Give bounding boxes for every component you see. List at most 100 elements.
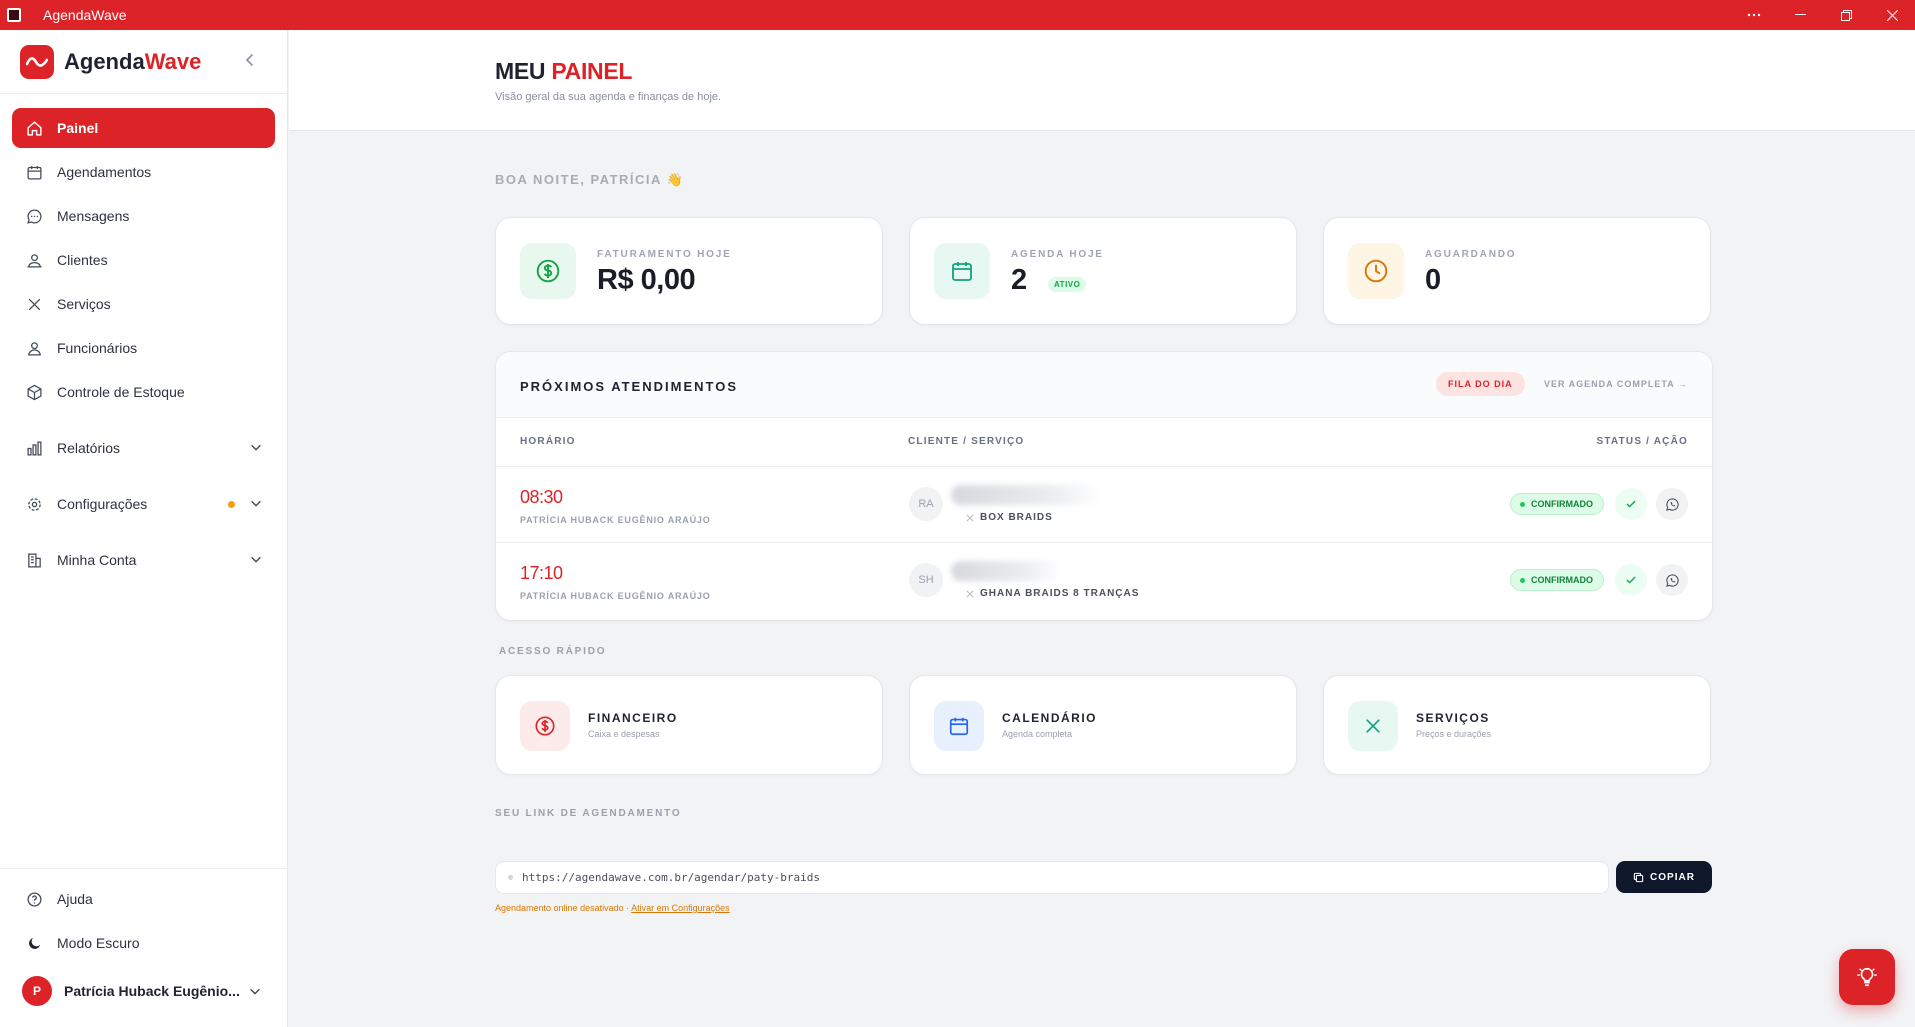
scissors-icon bbox=[966, 513, 974, 522]
page-header: MEU PAINEL Visão geral da sua agenda e f… bbox=[289, 30, 1915, 131]
sidebar-item-label: Clientes bbox=[57, 252, 108, 268]
appointment-time: 17:10 bbox=[520, 563, 563, 583]
page-subtitle: Visão geral da sua agenda e finanças de … bbox=[495, 91, 722, 103]
whatsapp-icon bbox=[1665, 573, 1679, 587]
online-booking-warning: Agendamento online desativado · Ativar e… bbox=[495, 903, 730, 913]
stat-value: 2 bbox=[1011, 264, 1027, 296]
users-icon bbox=[24, 250, 44, 270]
client-name-redacted bbox=[951, 561, 1061, 581]
upcoming-appointments-card: PRÓXIMOS ATENDIMENTOS FILA DO DIA VER AG… bbox=[495, 351, 1713, 621]
clock-icon bbox=[1348, 243, 1404, 299]
box-icon bbox=[24, 382, 44, 402]
professional-name: PATRÍCIA HUBACK EUGÊNIO ARAÚJO bbox=[520, 515, 711, 525]
stat-value: R$ 0,00 bbox=[597, 264, 696, 296]
sidebar-item-label: Controle de Estoque bbox=[57, 384, 185, 400]
copy-link-button[interactable]: COPIAR bbox=[1616, 861, 1712, 893]
help-button[interactable]: Ajuda bbox=[12, 879, 276, 919]
brand-name: AgendaWave bbox=[64, 48, 202, 74]
quick-access-title: FINANCEIRO bbox=[588, 711, 678, 725]
section-label: SEU LINK DE AGENDAMENTO bbox=[495, 808, 682, 819]
help-circle-icon bbox=[24, 889, 44, 909]
greeting: BOA NOITE, PATRÍCIA 👋 bbox=[495, 172, 685, 187]
chevron-down-icon bbox=[249, 496, 263, 510]
wave-logo-icon bbox=[20, 44, 54, 79]
window-titlebar: AgendaWave bbox=[0, 0, 1915, 30]
scissors-icon bbox=[966, 589, 974, 598]
chevron-down-icon bbox=[248, 984, 262, 998]
minimize-button[interactable] bbox=[1777, 0, 1823, 30]
booking-link-url: https://agendawave.com.br/agendar/paty-b… bbox=[522, 871, 821, 884]
scissors-icon bbox=[24, 294, 44, 314]
sidebar-nav: Painel Agendamentos Mensagens Clientes S… bbox=[0, 94, 287, 580]
confirm-button[interactable] bbox=[1615, 564, 1647, 596]
check-icon bbox=[1626, 576, 1636, 584]
status-dot bbox=[508, 875, 513, 880]
tips-button[interactable] bbox=[1839, 949, 1895, 1005]
whatsapp-button[interactable] bbox=[1656, 488, 1688, 520]
quick-access-financeiro[interactable]: FINANCEIRO Caixa e despesas bbox=[495, 675, 883, 775]
user-menu[interactable]: P Patrícia Huback Eugênio... bbox=[12, 967, 276, 1015]
copy-icon bbox=[1633, 872, 1644, 882]
sidebar-item-label: Configurações bbox=[57, 496, 148, 512]
quick-access-title: SERVIÇOS bbox=[1416, 711, 1490, 725]
lightbulb-icon bbox=[1857, 967, 1877, 987]
building-icon bbox=[24, 550, 44, 570]
stat-card-revenue: FATURAMENTO HOJE R$ 0,00 bbox=[495, 217, 883, 325]
home-icon bbox=[24, 118, 44, 138]
dark-mode-toggle[interactable]: Modo Escuro bbox=[12, 923, 276, 963]
user-name: Patrícia Huback Eugênio... bbox=[64, 983, 240, 999]
check-icon bbox=[1626, 500, 1636, 508]
gear-icon bbox=[24, 494, 44, 514]
quick-access-servicos[interactable]: SERVIÇOS Preços e durações bbox=[1323, 675, 1711, 775]
table-row[interactable]: 08:30 PATRÍCIA HUBACK EUGÊNIO ARAÚJO RA … bbox=[496, 466, 1712, 542]
page-title: MEU PAINEL bbox=[495, 58, 633, 84]
stat-value: 0 bbox=[1425, 264, 1441, 296]
close-window-button[interactable] bbox=[1869, 0, 1915, 30]
sidebar-item-configuracoes[interactable]: Configurações bbox=[12, 484, 275, 524]
enable-in-settings-link[interactable]: Ativar em Configurações bbox=[631, 903, 730, 913]
sidebar-item-mensagens[interactable]: Mensagens bbox=[12, 196, 275, 236]
sidebar-item-label: Minha Conta bbox=[57, 552, 137, 568]
quick-access-title: CALENDÁRIO bbox=[1002, 711, 1097, 725]
dark-mode-label: Modo Escuro bbox=[57, 935, 140, 951]
more-options-button[interactable] bbox=[1731, 0, 1777, 30]
dollar-icon bbox=[520, 243, 576, 299]
help-label: Ajuda bbox=[57, 891, 93, 907]
view-full-agenda-link[interactable]: VER AGENDA COMPLETA → bbox=[1544, 379, 1688, 389]
stat-card-waiting: AGUARDANDO 0 bbox=[1323, 217, 1711, 325]
bar-chart-icon bbox=[24, 438, 44, 458]
sidebar-item-minha-conta[interactable]: Minha Conta bbox=[12, 540, 275, 580]
sidebar-item-funcionarios[interactable]: Funcionários bbox=[12, 328, 275, 368]
sidebar-item-label: Funcionários bbox=[57, 340, 138, 356]
queue-badge[interactable]: FILA DO DIA bbox=[1436, 372, 1525, 396]
collapse-sidebar-button[interactable] bbox=[242, 52, 258, 68]
section-label: ACESSO RÁPIDO bbox=[499, 646, 607, 657]
table-row[interactable]: 17:10 PATRÍCIA HUBACK EUGÊNIO ARAÚJO SH … bbox=[496, 542, 1712, 618]
whatsapp-button[interactable] bbox=[1656, 564, 1688, 596]
sidebar-item-agendamentos[interactable]: Agendamentos bbox=[12, 152, 275, 192]
sidebar-item-clientes[interactable]: Clientes bbox=[12, 240, 275, 280]
booking-link-field[interactable]: https://agendawave.com.br/agendar/paty-b… bbox=[495, 861, 1609, 894]
sidebar-item-label: Painel bbox=[57, 120, 99, 136]
quick-access-subtitle: Preços e durações bbox=[1416, 729, 1492, 739]
sidebar-item-relatorios[interactable]: Relatórios bbox=[12, 428, 275, 468]
calendar-icon bbox=[934, 243, 990, 299]
restore-button[interactable] bbox=[1823, 0, 1869, 30]
stat-card-agenda: AGENDA HOJE 2 ATIVO bbox=[909, 217, 1297, 325]
chevron-down-icon bbox=[249, 440, 263, 454]
service-name: GHANA BRAIDS 8 TRANÇAS bbox=[966, 588, 1139, 599]
calendar-icon bbox=[24, 162, 44, 182]
column-header: STATUS / AÇÃO bbox=[1596, 436, 1688, 447]
moon-icon bbox=[24, 933, 44, 953]
quick-access-calendario[interactable]: CALENDÁRIO Agenda completa bbox=[909, 675, 1297, 775]
sidebar-item-label: Agendamentos bbox=[57, 164, 152, 180]
sidebar-item-painel[interactable]: Painel bbox=[12, 108, 275, 148]
quick-access-subtitle: Agenda completa bbox=[1002, 729, 1073, 739]
chat-icon bbox=[24, 206, 44, 226]
sidebar-item-servicos[interactable]: Serviços bbox=[12, 284, 275, 324]
status-badge: CONFIRMADO bbox=[1510, 493, 1604, 515]
client-avatar: SH bbox=[909, 563, 943, 597]
confirm-button[interactable] bbox=[1615, 488, 1647, 520]
sidebar-item-estoque[interactable]: Controle de Estoque bbox=[12, 372, 275, 412]
professional-name: PATRÍCIA HUBACK EUGÊNIO ARAÚJO bbox=[520, 591, 711, 601]
